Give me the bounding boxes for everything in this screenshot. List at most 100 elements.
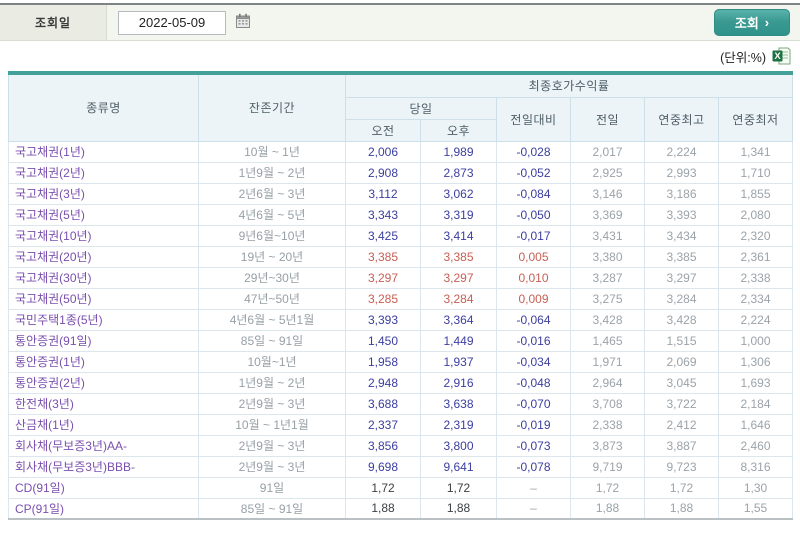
year-low-cell: 1,646: [717, 413, 794, 436]
prev-day-cell: 2,017: [570, 140, 645, 163]
year-low-cell: 2,224: [717, 308, 794, 331]
year-low-cell: 2,184: [717, 392, 794, 415]
bond-name-cell: 국고채권(1년): [8, 140, 199, 163]
am-yield-cell: 3,297: [345, 266, 421, 289]
period-cell: 9년6월~10년: [198, 224, 346, 247]
pm-yield-cell: 3,638: [420, 392, 497, 415]
change-cell: 0,010: [496, 266, 571, 289]
query-date-input[interactable]: [118, 10, 226, 35]
year-high-cell: 2,993: [644, 161, 719, 184]
pm-yield-cell: 3,385: [420, 245, 497, 268]
prev-day-cell: 1,465: [570, 329, 645, 352]
pm-yield-cell: 3,319: [420, 203, 497, 226]
year-high-cell: 2,412: [644, 413, 719, 436]
bond-name-cell: 국고채권(2년): [8, 161, 199, 184]
unit-label: (단위:%): [720, 50, 766, 65]
bond-name-cell: 통안증권(2년): [8, 371, 199, 394]
prev-day-cell: 3,431: [570, 224, 645, 247]
am-yield-cell: 1,88: [345, 497, 421, 520]
bond-table-body: 국고채권(1년) 10월 ~ 1년 2,006 1,989 -0,028 2,0…: [8, 140, 794, 520]
change-cell: -0,017: [496, 224, 571, 247]
year-low-cell: 2,460: [717, 434, 794, 457]
prev-day-cell: 1,72: [570, 476, 645, 499]
excel-icon: X: [772, 47, 791, 68]
pm-yield-cell: 1,72: [420, 476, 497, 499]
am-yield-cell: 3,688: [345, 392, 421, 415]
calendar-icon: [235, 13, 251, 32]
search-button[interactable]: 조회 ›: [714, 9, 790, 36]
change-cell: 0,009: [496, 287, 571, 310]
year-low-cell: 2,334: [717, 287, 794, 310]
year-low-cell: 1,341: [717, 140, 794, 163]
am-yield-cell: 1,450: [345, 329, 421, 352]
am-yield-cell: 2,908: [345, 161, 421, 184]
year-high-cell: 3,045: [644, 371, 719, 394]
year-low-cell: 1,000: [717, 329, 794, 352]
year-low-cell: 1,306: [717, 350, 794, 373]
year-high-cell: 3,297: [644, 266, 719, 289]
pm-yield-cell: 1,937: [420, 350, 497, 373]
period-cell: 85일 ~ 91일: [198, 329, 346, 352]
bond-name-cell: 국고채권(30년): [8, 266, 199, 289]
pm-yield-cell: 2,319: [420, 413, 497, 436]
period-cell: 4년6월 ~ 5년1월: [198, 308, 346, 331]
query-date-label: 조회일: [0, 5, 107, 40]
svg-text:X: X: [774, 51, 781, 62]
year-high-cell: 3,434: [644, 224, 719, 247]
col-header-am: 오전: [345, 118, 421, 142]
year-high-cell: 1,88: [644, 497, 719, 520]
year-low-cell: 2,320: [717, 224, 794, 247]
prev-day-cell: 2,925: [570, 161, 645, 184]
change-cell: -0,084: [496, 182, 571, 205]
period-cell: 2년9월 ~ 3년: [198, 392, 346, 415]
period-cell: 2년6월 ~ 3년: [198, 182, 346, 205]
bond-name-cell: 회사채(무보증3년)AA-: [8, 434, 199, 457]
bond-name-cell: 국고채권(5년): [8, 203, 199, 226]
bond-name-cell: 국고채권(10년): [8, 224, 199, 247]
prev-day-cell: 1,88: [570, 497, 645, 520]
change-cell: -0,034: [496, 350, 571, 373]
year-low-cell: 2,361: [717, 245, 794, 268]
table-row: 국고채권(1년) 10월 ~ 1년 2,006 1,989 -0,028 2,0…: [8, 140, 794, 163]
table-row: 산금채(1년) 10월 ~ 1년1월 2,337 2,319 -0,019 2,…: [8, 413, 794, 436]
col-header-year-low: 연중최저: [717, 96, 794, 142]
table-row: 통안증권(1년) 10월~1년 1,958 1,937 -0,034 1,971…: [8, 350, 794, 373]
table-row: 통안증권(2년) 1년9월 ~ 2년 2,948 2,916 -0,048 2,…: [8, 371, 794, 394]
period-cell: 10월 ~ 1년: [198, 140, 346, 163]
table-row: 국고채권(5년) 4년6월 ~ 5년 3,343 3,319 -0,050 3,…: [8, 203, 794, 226]
am-yield-cell: 1,958: [345, 350, 421, 373]
year-high-cell: 1,72: [644, 476, 719, 499]
year-high-cell: 3,284: [644, 287, 719, 310]
period-cell: 1년9월 ~ 2년: [198, 371, 346, 394]
am-yield-cell: 3,112: [345, 182, 421, 205]
prev-day-cell: 1,971: [570, 350, 645, 373]
table-row: 한전채(3년) 2년9월 ~ 3년 3,688 3,638 -0,070 3,7…: [8, 392, 794, 415]
table-row: 국고채권(50년) 47년~50년 3,285 3,284 0,009 3,27…: [8, 287, 794, 310]
pm-yield-cell: 3,284: [420, 287, 497, 310]
excel-download-button[interactable]: X: [771, 47, 791, 66]
header-row-1: 종류명 잔존기간 최종호가수익률: [8, 72, 794, 142]
table-row: 통안증권(91일) 85일 ~ 91일 1,450 1,449 -0,016 1…: [8, 329, 794, 352]
change-cell: –: [496, 497, 571, 520]
year-high-cell: 1,515: [644, 329, 719, 352]
am-yield-cell: 3,285: [345, 287, 421, 310]
table-row: 국고채권(2년) 1년9월 ~ 2년 2,908 2,873 -0,052 2,…: [8, 161, 794, 184]
change-cell: -0,050: [496, 203, 571, 226]
pm-yield-cell: 1,449: [420, 329, 497, 352]
bond-name-cell: 한전채(3년): [8, 392, 199, 415]
col-header-vs-prev: 전일대비: [496, 96, 571, 142]
change-cell: -0,078: [496, 455, 571, 478]
am-yield-cell: 3,343: [345, 203, 421, 226]
col-header-prev: 전일: [570, 96, 645, 142]
col-header-year-high: 연중최고: [644, 96, 719, 142]
year-high-cell: 3,393: [644, 203, 719, 226]
bond-name-cell: 통안증권(1년): [8, 350, 199, 373]
pm-yield-cell: 3,062: [420, 182, 497, 205]
chevron-right-icon: ›: [764, 15, 770, 30]
table-row: 회사채(무보증3년)BBB- 2년9월 ~ 3년 9,698 9,641 -0,…: [8, 455, 794, 478]
bond-name-cell: CP(91일): [8, 497, 199, 520]
calendar-button[interactable]: [234, 13, 252, 32]
year-low-cell: 2,338: [717, 266, 794, 289]
change-cell: -0,048: [496, 371, 571, 394]
period-cell: 10월~1년: [198, 350, 346, 373]
